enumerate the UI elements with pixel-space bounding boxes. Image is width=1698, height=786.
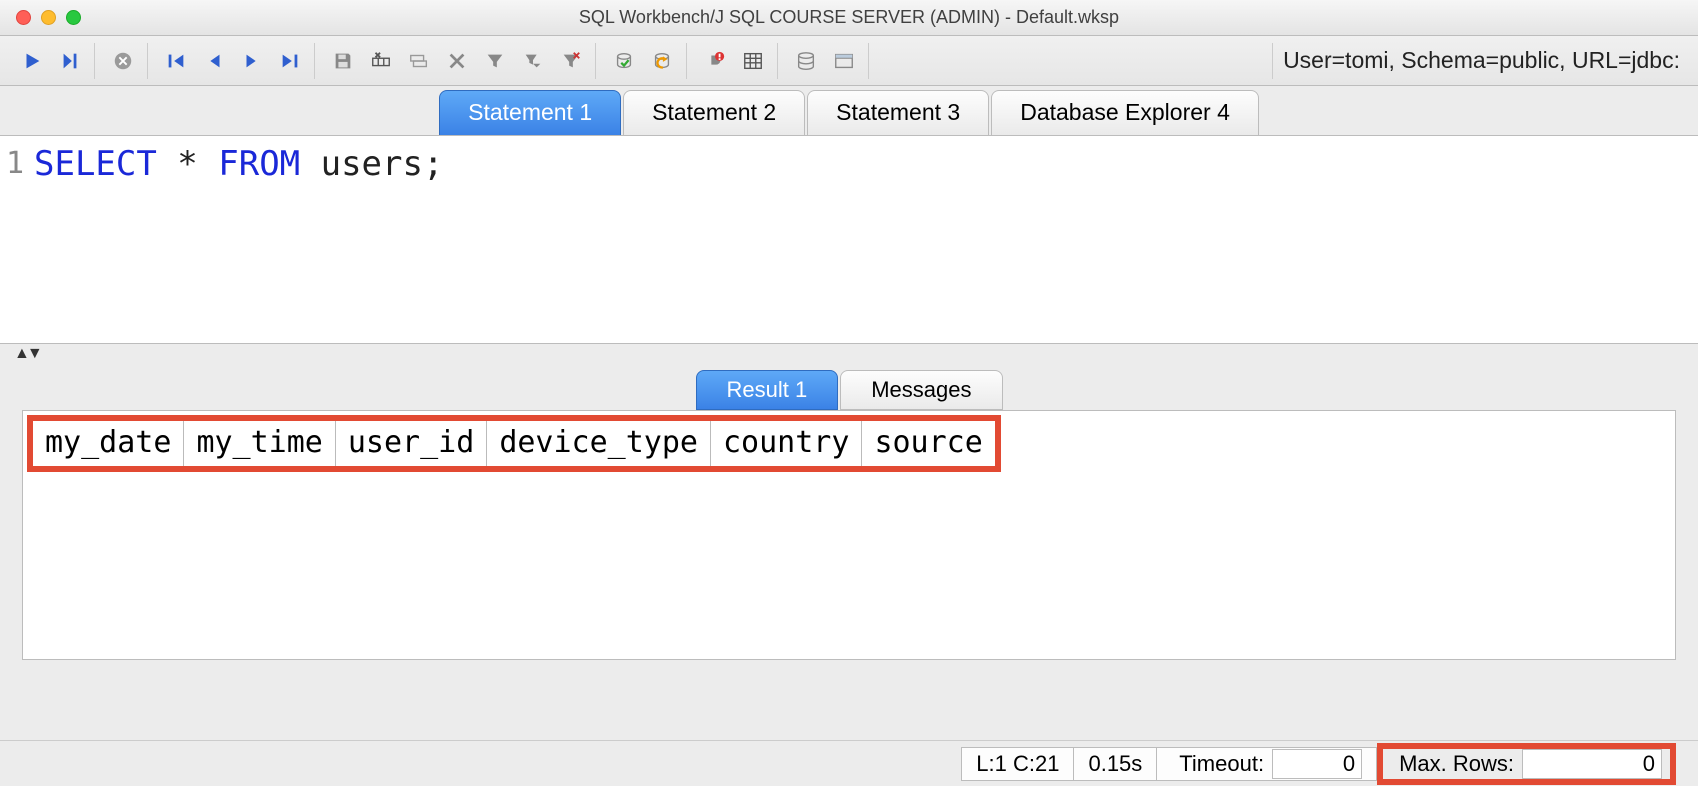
filter-button[interactable] xyxy=(477,45,513,77)
filter-clear-button[interactable] xyxy=(553,45,589,77)
reconnect-icon xyxy=(704,50,726,72)
tab-label: Statement 3 xyxy=(836,99,960,125)
save-button[interactable] xyxy=(325,45,361,77)
max-rows-label: Max. Rows: xyxy=(1391,751,1522,777)
next-record-button[interactable] xyxy=(234,45,270,77)
first-record-icon xyxy=(165,50,187,72)
filter-dropdown-icon xyxy=(522,50,544,72)
column-headers: my_date my_time user_id device_type coun… xyxy=(27,415,1001,472)
tab-label: Result 1 xyxy=(727,377,808,402)
line-gutter: 1 xyxy=(0,142,28,337)
timeout-input[interactable] xyxy=(1272,749,1362,779)
commit-button[interactable] xyxy=(606,45,642,77)
last-record-icon xyxy=(279,50,301,72)
cursor-position: L:1 C:21 xyxy=(961,747,1074,781)
grid-icon xyxy=(742,50,764,72)
result-tabs: Result 1 Messages xyxy=(22,372,1676,410)
sql-token: SELECT xyxy=(34,144,157,184)
tab-label: Statement 2 xyxy=(652,99,776,125)
commit-icon xyxy=(613,50,635,72)
copy-row-icon xyxy=(408,50,430,72)
tab-database-explorer[interactable]: Database Explorer 4 xyxy=(991,90,1259,135)
tab-statement-1[interactable]: Statement 1 xyxy=(439,90,621,135)
first-record-button[interactable] xyxy=(158,45,194,77)
run-button[interactable] xyxy=(14,45,50,77)
window-title: SQL Workbench/J SQL COURSE SERVER (ADMIN… xyxy=(0,7,1698,28)
sql-code[interactable]: SELECT * FROM users; xyxy=(28,142,449,337)
run-icon xyxy=(21,50,43,72)
last-record-button[interactable] xyxy=(272,45,308,77)
timeout-cell: Timeout: xyxy=(1156,747,1377,781)
grid-button[interactable] xyxy=(735,45,771,77)
tab-result-1[interactable]: Result 1 xyxy=(696,370,839,410)
delete-row-button[interactable] xyxy=(439,45,475,77)
tab-label: Statement 1 xyxy=(468,99,592,125)
tab-label: Database Explorer 4 xyxy=(1020,99,1230,125)
rollback-button[interactable] xyxy=(644,45,680,77)
stop-icon xyxy=(112,50,134,72)
statement-tabs: Statement 1 Statement 2 Statement 3 Data… xyxy=(0,86,1698,136)
rollback-icon xyxy=(651,50,673,72)
max-rows-highlight: Max. Rows: xyxy=(1377,743,1676,785)
column-header[interactable]: device_type xyxy=(487,421,711,466)
prev-record-icon xyxy=(203,50,225,72)
column-header[interactable]: source xyxy=(862,421,994,466)
prev-record-button[interactable] xyxy=(196,45,232,77)
filter-clear-icon xyxy=(560,50,582,72)
run-to-cursor-icon xyxy=(59,50,81,72)
reconnect-button[interactable] xyxy=(697,45,733,77)
max-rows-input[interactable] xyxy=(1522,749,1662,779)
sql-token: FROM xyxy=(218,144,300,184)
filter-icon xyxy=(484,50,506,72)
run-to-cursor-button[interactable] xyxy=(52,45,88,77)
tab-label: Messages xyxy=(871,377,971,402)
stop-button[interactable] xyxy=(105,45,141,77)
connection-info: User=tomi, Schema=public, URL=jdbc: xyxy=(1272,43,1690,79)
tab-messages[interactable]: Messages xyxy=(840,370,1002,410)
tab-statement-2[interactable]: Statement 2 xyxy=(623,90,805,135)
splitter-icon: ▲▼ xyxy=(14,345,40,363)
copy-row-button[interactable] xyxy=(401,45,437,77)
sql-token: * xyxy=(157,144,218,184)
sql-token: users; xyxy=(300,144,443,184)
line-number: 1 xyxy=(0,146,24,181)
column-header[interactable]: user_id xyxy=(336,421,487,466)
database-icon xyxy=(795,50,817,72)
elapsed-time: 0.15s xyxy=(1073,747,1157,781)
delete-row-icon xyxy=(446,50,468,72)
timeout-label: Timeout: xyxy=(1171,751,1272,777)
pane-splitter[interactable]: ▲▼ xyxy=(0,344,1698,364)
statusbar: L:1 C:21 0.15s Timeout: Max. Rows: xyxy=(0,740,1698,786)
insert-row-icon xyxy=(370,50,392,72)
tab-statement-3[interactable]: Statement 3 xyxy=(807,90,989,135)
toolbar: User=tomi, Schema=public, URL=jdbc: xyxy=(0,36,1698,86)
save-icon xyxy=(332,50,354,72)
column-header[interactable]: country xyxy=(711,421,862,466)
database-button[interactable] xyxy=(788,45,824,77)
db-explorer-button[interactable] xyxy=(826,45,862,77)
column-header[interactable]: my_time xyxy=(184,421,335,466)
db-explorer-icon xyxy=(833,50,855,72)
titlebar: SQL Workbench/J SQL COURSE SERVER (ADMIN… xyxy=(0,0,1698,36)
result-grid[interactable]: my_date my_time user_id device_type coun… xyxy=(22,410,1676,660)
sql-editor[interactable]: 1 SELECT * FROM users; xyxy=(0,136,1698,344)
filter-dropdown-button[interactable] xyxy=(515,45,551,77)
next-record-icon xyxy=(241,50,263,72)
insert-row-button[interactable] xyxy=(363,45,399,77)
result-pane: Result 1 Messages my_date my_time user_i… xyxy=(0,364,1698,660)
column-header[interactable]: my_date xyxy=(33,421,184,466)
